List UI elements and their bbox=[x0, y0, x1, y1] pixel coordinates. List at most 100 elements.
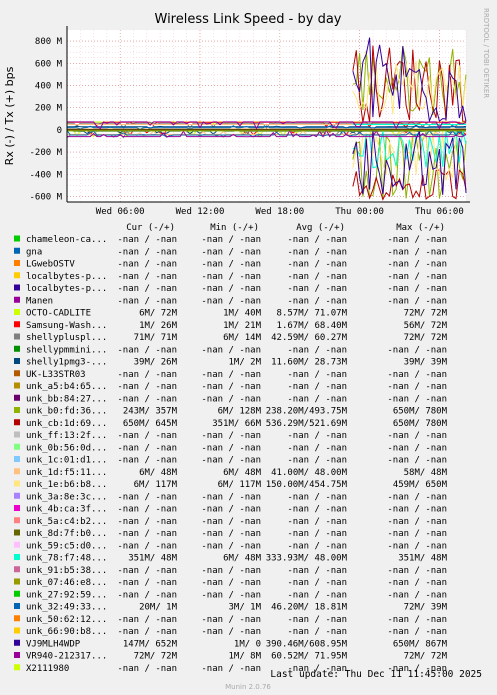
legend-value: 72M/ 39M bbox=[404, 603, 448, 613]
legend-value: 3M/ 1M bbox=[228, 603, 261, 613]
legend-value: 46.20M/ 18.81M bbox=[271, 603, 347, 613]
legend-swatch bbox=[14, 664, 20, 671]
legend-series-name: LGwebOSTV bbox=[26, 260, 75, 270]
legend-series-name: unk_b0:fd:36... bbox=[26, 407, 107, 417]
legend-value: 6M/ 117M bbox=[134, 480, 178, 490]
legend-value: -nan / -nan bbox=[117, 615, 177, 625]
legend-value: -nan / -nan bbox=[201, 370, 261, 380]
legend-series-name: unk_07:46:e8... bbox=[26, 578, 107, 588]
legend-value: -nan / -nan bbox=[117, 492, 177, 502]
legend-series-name: unk_66:90:b8... bbox=[26, 627, 107, 637]
legend-value: 351M/ 66M bbox=[212, 419, 261, 429]
legend-series-name: unk_78:f7:48... bbox=[26, 554, 107, 564]
legend-value: 6M/ 48M bbox=[223, 554, 262, 564]
legend-value: 650M/ 780M bbox=[393, 407, 448, 417]
y-tick-label: -400 M bbox=[29, 170, 62, 180]
legend-value: -nan / -nan bbox=[201, 541, 261, 551]
legend-value: 20M/ 1M bbox=[139, 603, 178, 613]
legend-value: 150.00M/454.75M bbox=[266, 480, 348, 490]
legend-value: -nan / -nan bbox=[117, 260, 177, 270]
legend-value: -nan / -nan bbox=[287, 431, 347, 441]
legend-value: 333.93M/ 48.00M bbox=[266, 554, 348, 564]
legend-value: -nan / -nan bbox=[117, 590, 177, 600]
legend-value: -nan / -nan bbox=[287, 382, 347, 392]
legend-value: -nan / -nan bbox=[117, 505, 177, 515]
legend-value: -nan / -nan bbox=[287, 235, 347, 245]
legend-swatch bbox=[14, 517, 20, 524]
legend-value: 58M/ 48M bbox=[404, 468, 448, 478]
legend-value: -nan / -nan bbox=[201, 529, 261, 539]
legend-value: -nan / -nan bbox=[287, 296, 347, 306]
legend-value: 8.57M/ 71.07M bbox=[277, 309, 348, 319]
y-tick-label: 400 M bbox=[35, 81, 63, 91]
legend-value: -nan / -nan bbox=[287, 529, 347, 539]
legend-series-name: unk_0b:56:0d... bbox=[26, 443, 107, 453]
legend-value: -nan / -nan bbox=[117, 627, 177, 637]
legend-value: -nan / -nan bbox=[201, 456, 261, 466]
legend-swatch bbox=[14, 345, 20, 352]
legend-value: 72M/ 72M bbox=[404, 309, 448, 319]
legend-value: 1M/ 2M bbox=[228, 358, 261, 368]
legend-series-name: unk_32:49:33... bbox=[26, 603, 107, 613]
legend-value: -nan / -nan bbox=[387, 247, 447, 257]
legend-value: -nan / -nan bbox=[387, 260, 447, 270]
legend-series-name: OCTO-CADLITE bbox=[26, 309, 91, 319]
legend-value: -nan / -nan bbox=[287, 492, 347, 502]
legend-value: -nan / -nan bbox=[387, 578, 447, 588]
legend-series-name: unk_1e:b6:b8... bbox=[26, 480, 107, 490]
legend-swatch bbox=[14, 370, 20, 377]
legend-value: -nan / -nan bbox=[201, 566, 261, 576]
legend-value: 6M/ 117M bbox=[218, 480, 262, 490]
legend-value: -nan / -nan bbox=[117, 272, 177, 282]
legend-value: -nan / -nan bbox=[117, 566, 177, 576]
y-tick-label: 800 M bbox=[35, 37, 63, 47]
legend-value: -nan / -nan bbox=[201, 443, 261, 453]
legend-value: -nan / -nan bbox=[201, 235, 261, 245]
legend-value: 243M/ 357M bbox=[123, 407, 178, 417]
legend-value: 6M/ 48M bbox=[223, 468, 262, 478]
legend-value: -nan / -nan bbox=[387, 284, 447, 294]
legend-value: -nan / -nan bbox=[387, 235, 447, 245]
legend-value: 72M/ 72M bbox=[404, 333, 448, 343]
legend-value: -nan / -nan bbox=[117, 529, 177, 539]
legend-swatch bbox=[14, 492, 20, 499]
legend-series-name: unk_27:92:59... bbox=[26, 590, 107, 600]
legend-swatch bbox=[14, 627, 20, 634]
legend-value: -nan / -nan bbox=[287, 370, 347, 380]
legend-value: 71M/ 71M bbox=[134, 333, 178, 343]
legend-value: -nan / -nan bbox=[287, 590, 347, 600]
x-tick-label: Thu 06:00 bbox=[415, 207, 464, 217]
legend-series-name: Manen bbox=[26, 296, 53, 306]
legend-swatch bbox=[14, 407, 20, 413]
legend-value: -nan / -nan bbox=[387, 296, 447, 306]
legend-value: -nan / -nan bbox=[387, 345, 447, 355]
legend-value: -nan / -nan bbox=[201, 615, 261, 625]
legend-swatch bbox=[14, 358, 20, 364]
legend-value: -nan / -nan bbox=[287, 541, 347, 551]
legend-value: -nan / -nan bbox=[117, 443, 177, 453]
legend-value: 72M/ 72M bbox=[404, 652, 448, 662]
legend-swatch bbox=[14, 480, 20, 487]
legend-value: -nan / -nan bbox=[201, 382, 261, 392]
legend-value: 238.20M/493.75M bbox=[266, 407, 348, 417]
legend-value: 39M/ 26M bbox=[134, 358, 178, 368]
legend-value: 6M/ 14M bbox=[223, 333, 262, 343]
legend-value: -nan / -nan bbox=[117, 247, 177, 257]
legend-swatch bbox=[14, 505, 20, 511]
legend-value: -nan / -nan bbox=[287, 578, 347, 588]
legend-series-name: unk_1d:f5:11... bbox=[26, 468, 107, 478]
legend-series-name: X2111980 bbox=[26, 664, 69, 674]
legend-value: 6M/ 48M bbox=[139, 468, 178, 478]
legend-swatch bbox=[14, 321, 20, 328]
legend-value: -nan / -nan bbox=[387, 505, 447, 515]
legend-value: -nan / -nan bbox=[387, 529, 447, 539]
side-label: RRDTOOL / TOBI OETIKER bbox=[482, 8, 490, 98]
legend-column-header: Min (-/+) bbox=[210, 223, 259, 233]
legend-value: 1.67M/ 68.40M bbox=[277, 321, 348, 331]
legend-value: -nan / -nan bbox=[201, 272, 261, 282]
legend-swatch bbox=[14, 284, 20, 291]
legend-series-name: shellypmmini... bbox=[26, 345, 107, 355]
legend-series-name: unk_1c:01:d1... bbox=[26, 456, 107, 466]
legend-value: -nan / -nan bbox=[201, 247, 261, 257]
legend-value: -nan / -nan bbox=[287, 615, 347, 625]
